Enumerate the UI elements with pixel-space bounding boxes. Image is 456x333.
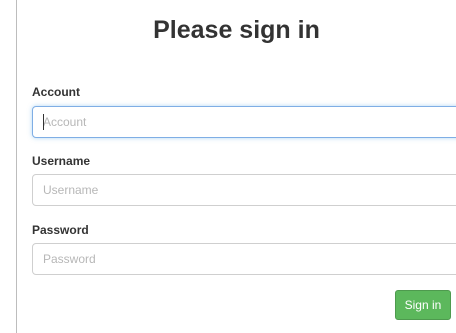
password-label: Password bbox=[32, 223, 89, 237]
text-caret bbox=[43, 114, 44, 130]
sign-in-button[interactable]: Sign in bbox=[395, 290, 451, 320]
username-input[interactable] bbox=[32, 174, 456, 206]
page-title: Please sign in bbox=[153, 16, 320, 44]
password-input[interactable] bbox=[32, 243, 456, 275]
panel-left-border bbox=[16, 0, 17, 333]
account-input[interactable] bbox=[32, 106, 456, 138]
username-label: Username bbox=[32, 154, 91, 168]
account-label: Account bbox=[32, 85, 80, 99]
